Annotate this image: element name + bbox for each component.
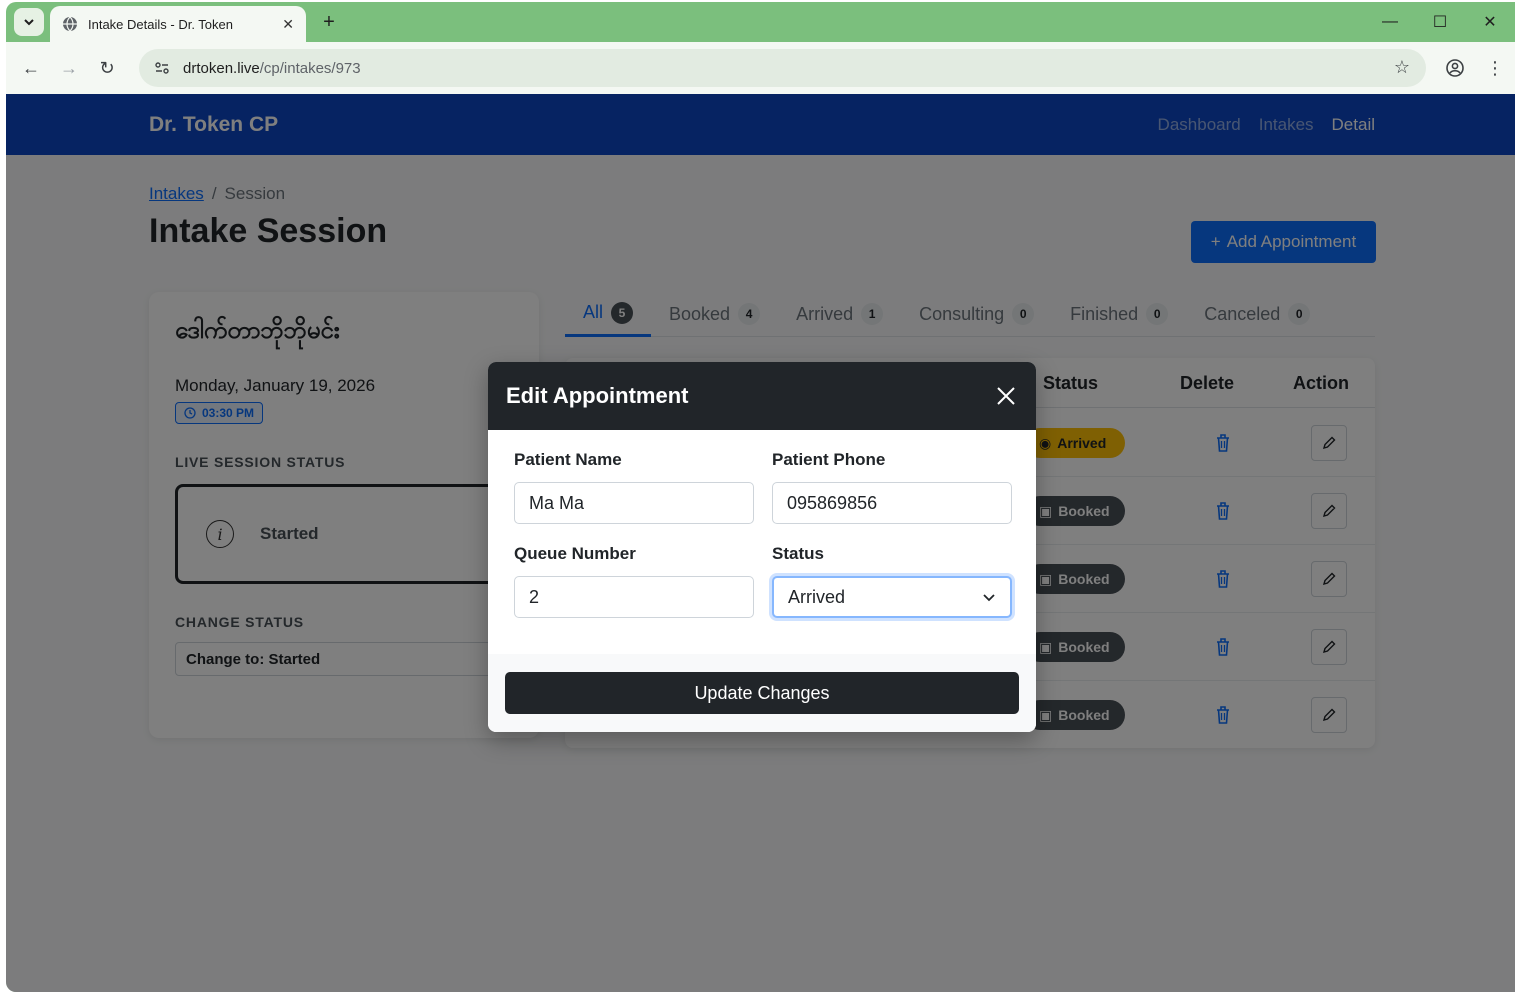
modal-header: Edit Appointment xyxy=(488,362,1036,430)
chevron-down-icon xyxy=(24,19,34,26)
patient-phone-input[interactable]: 095869856 xyxy=(772,482,1012,524)
tab-strip: Intake Details - Dr. Token ✕ + — ☐ ✕ xyxy=(6,2,1515,42)
bookmark-star-icon[interactable]: ☆ xyxy=(1394,57,1410,78)
close-icon[interactable] xyxy=(994,384,1018,408)
modal-footer: Update Changes xyxy=(488,654,1036,732)
tab-search-button[interactable] xyxy=(14,8,44,36)
queue-number-label: Queue Number xyxy=(514,544,636,563)
status-select-value: Arrived xyxy=(788,586,846,607)
modal-title: Edit Appointment xyxy=(506,383,689,408)
status-select[interactable]: Arrived xyxy=(772,576,1012,618)
toolbar-right: ⋮ xyxy=(1435,49,1515,87)
page-viewport: Dr. Token CP Dashboard Intakes Detail In… xyxy=(6,94,1515,992)
new-tab-button[interactable]: + xyxy=(316,9,342,35)
queue-number-field: Queue Number 2 xyxy=(514,544,754,618)
site-settings-icon[interactable] xyxy=(149,55,175,81)
patient-phone-field: Patient Phone 095869856 xyxy=(772,450,1012,524)
url-host: drtoken.live xyxy=(183,59,260,77)
browser-window: Intake Details - Dr. Token ✕ + — ☐ ✕ ← →… xyxy=(6,2,1515,992)
update-changes-button[interactable]: Update Changes xyxy=(505,672,1019,714)
chevron-down-icon xyxy=(983,594,995,602)
browser-toolbar: ← → ↻ drtoken.live/cp/intakes/973 ☆ ⋮ xyxy=(6,42,1515,94)
reload-icon[interactable]: ↻ xyxy=(88,49,126,87)
minimize-icon[interactable]: — xyxy=(1365,2,1415,42)
modal-body: Patient Name Ma Ma Patient Phone 0958698… xyxy=(488,430,1036,618)
address-bar[interactable]: drtoken.live/cp/intakes/973 ☆ xyxy=(139,49,1426,87)
patient-name-label: Patient Name xyxy=(514,450,622,469)
queue-number-input[interactable]: 2 xyxy=(514,576,754,618)
patient-name-input[interactable]: Ma Ma xyxy=(514,482,754,524)
close-window-icon[interactable]: ✕ xyxy=(1465,2,1515,42)
url-path: /cp/intakes/973 xyxy=(259,59,361,77)
tab-title: Intake Details - Dr. Token xyxy=(88,16,233,32)
maximize-icon[interactable]: ☐ xyxy=(1415,2,1465,42)
profile-icon[interactable] xyxy=(1435,49,1475,87)
status-label: Status xyxy=(772,544,824,563)
menu-kebab-icon[interactable]: ⋮ xyxy=(1475,49,1515,87)
status-field: Status Arrived xyxy=(772,544,1012,618)
back-arrow-icon[interactable]: ← xyxy=(12,49,50,87)
globe-icon xyxy=(63,16,77,32)
forward-arrow-icon[interactable]: → xyxy=(50,49,88,87)
window-controls: — ☐ ✕ xyxy=(1365,2,1515,42)
patient-name-field: Patient Name Ma Ma xyxy=(514,450,754,524)
edit-appointment-modal: Edit Appointment Patient Name Ma Ma Pati… xyxy=(488,362,1036,732)
tab-close-icon[interactable]: ✕ xyxy=(282,16,294,33)
patient-phone-label: Patient Phone xyxy=(772,450,886,469)
browser-tab[interactable]: Intake Details - Dr. Token ✕ xyxy=(50,6,306,42)
